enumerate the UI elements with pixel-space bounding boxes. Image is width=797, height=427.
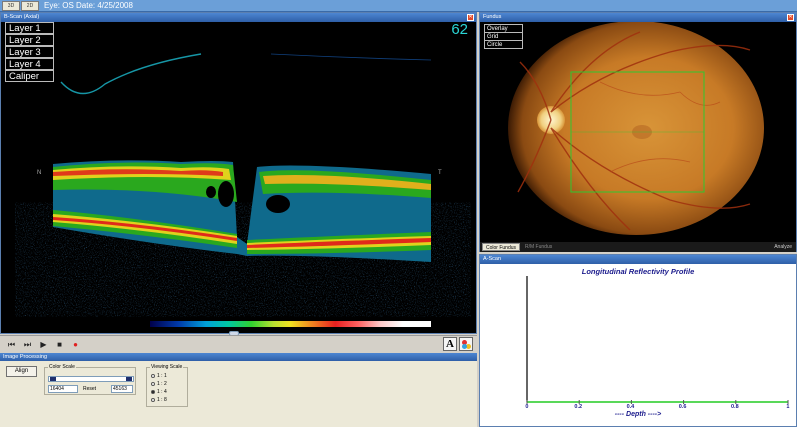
frame-number: 62 [451,21,468,38]
layer-4-button[interactable]: Layer 4 [5,58,54,70]
caliper-button[interactable]: Caliper [5,70,54,82]
mode-tab-3d[interactable]: 3D [2,1,20,11]
reset-button[interactable]: Reset [83,386,96,392]
reflectivity-chart [526,276,789,404]
ascan-panel: A-Scan Longitudinal Reflectivity Profile… [479,254,797,427]
bscan-panel: B-Scan (Axial) ✕ Layer 1 Layer 2 Layer 3… [0,12,477,334]
radio-icon[interactable] [151,373,155,378]
tab-color-fundus[interactable]: Color Fundus [482,243,521,251]
slider-left-arrow-icon[interactable] [50,377,56,381]
stop-icon[interactable]: ■ [54,339,65,350]
color-min-field[interactable]: 16404 [48,385,78,393]
radio-icon[interactable] [151,381,155,386]
viewing-option-1-8[interactable]: 1 : 8 [151,397,167,403]
bscan-close-icon[interactable]: ✕ [467,14,474,21]
x-tick-label-0: 0 [525,404,529,410]
skip-back-icon[interactable]: ⏮ [6,339,17,350]
color-scale-slider[interactable] [48,376,134,382]
viewing-option-1-1[interactable]: 1 : 1 [151,373,167,379]
color-scale-bar [150,321,431,327]
playback-toolbar: ⏮ ⏭ ▶ ■ ● A [0,335,477,352]
align-button[interactable]: Align [6,366,37,377]
ascan-title: A-Scan [480,255,796,264]
bscan-title: B-Scan (Axial) [1,13,476,22]
play-icon[interactable]: ▶ [38,339,49,350]
fundus-image [508,22,764,235]
x-tick-label-2: 0.4 [626,404,635,410]
radio-selected-icon[interactable] [151,389,155,394]
mode-tab-2d[interactable]: 2D [21,1,39,11]
color-scale-group: Color Scale 16404 Reset 45163 [44,364,136,395]
radio-icon[interactable] [151,397,155,402]
circle-button[interactable]: Circle [484,40,523,49]
eye-date-info: Eye: OS Date: 4/25/2008 [44,1,133,10]
viewing-scale-group: Viewing Scale 1 : 1 1 : 2 1 : 4 1 : 8 [146,364,188,407]
fundus-title: Fundus [480,13,796,22]
image-processing-panel: Align Color Scale 16404 Reset 45163 View… [0,361,477,427]
record-icon[interactable]: ● [70,339,81,350]
viewing-scale-label: Viewing Scale [150,364,184,370]
image-processing-title: Image Processing [0,353,477,361]
layer-3-button[interactable]: Layer 3 [5,46,54,58]
viewing-option-1-2[interactable]: 1 : 2 [151,381,167,387]
viewing-option-1-4[interactable]: 1 : 4 [151,389,167,395]
bscan-image [53,53,433,307]
layer-2-button[interactable]: Layer 2 [5,34,54,46]
temporal-marker: T [438,170,442,176]
color-max-field[interactable]: 45163 [111,385,133,393]
nasal-marker: N [37,170,42,176]
x-tick-label-1: 0.2 [574,404,583,410]
fundus-panel: Fundus ✕ Overlay Grid Circle Color Fundu… [479,12,797,252]
slider-right-arrow-icon[interactable] [126,377,132,381]
font-button[interactable]: A [443,337,457,351]
color-scale-label: Color Scale [48,364,76,370]
palette-icon[interactable] [459,337,473,351]
layer-1-button[interactable]: Layer 1 [5,22,54,34]
fundus-tab-bar: Color Fundus R/M Fundus Analyze [480,242,796,252]
fundus-overlay-menu: Overlay Grid Circle [484,24,523,49]
depth-axis-label: ---- Depth ----> [614,411,662,418]
step-forward-icon[interactable]: ⏭ [22,339,33,350]
tab-rm-fundus[interactable]: R/M Fundus [522,243,555,251]
fundus-close-icon[interactable]: ✕ [787,14,794,21]
x-tick-label-4: 0.8 [731,404,739,410]
x-tick-label-5: 1 [786,404,790,410]
top-bar: 3D 2D Eye: OS Date: 4/25/2008 [0,0,797,12]
analyze-button[interactable]: Analyze [774,243,792,251]
x-tick-label-3: 0.6 [678,404,687,410]
